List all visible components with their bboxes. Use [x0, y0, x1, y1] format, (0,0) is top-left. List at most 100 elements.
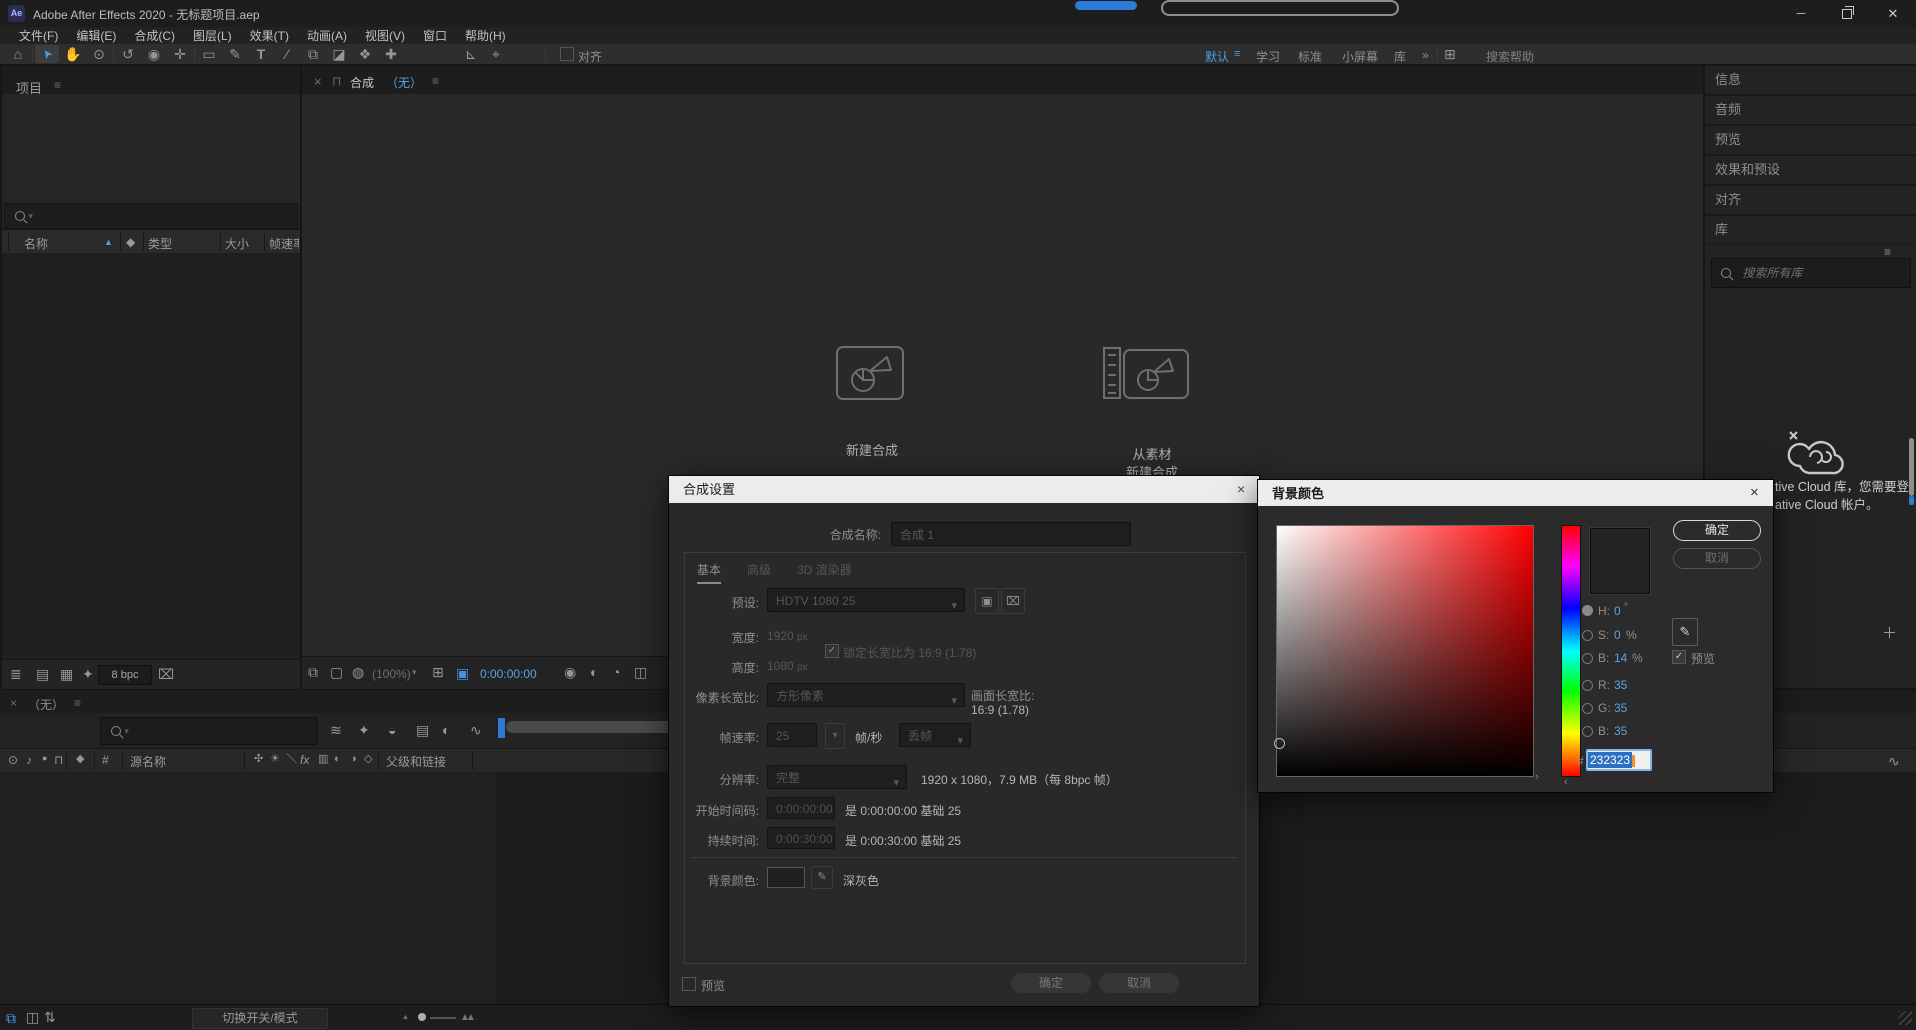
project-search-field[interactable]: ▾	[4, 203, 298, 229]
shy-icon[interactable]: ◒	[388, 723, 396, 737]
comp-tab-target[interactable]: （无）	[386, 74, 422, 91]
mask-visibility-icon[interactable]: ⊾	[465, 47, 477, 61]
pan-behind-tool[interactable]: ✛	[168, 47, 192, 61]
camera-tool[interactable]: ◉	[142, 47, 166, 61]
menu-file[interactable]: 文件(F)	[10, 27, 67, 44]
column-framerate[interactable]: 帧速率	[269, 235, 299, 252]
panel-audio[interactable]: 音频	[1705, 96, 1916, 126]
hand-tool[interactable]: ✋	[61, 47, 85, 61]
project-item-list[interactable]	[2, 253, 300, 659]
switch-fx-icon[interactable]: fx	[300, 753, 309, 767]
timeline-tab-target[interactable]: （无）	[28, 696, 64, 713]
color-picker-close-icon[interactable]: ×	[1750, 484, 1759, 501]
grid-options-icon[interactable]: ⊞	[432, 665, 444, 679]
comp-settings-close-icon[interactable]: ×	[1237, 481, 1245, 497]
menu-animation[interactable]: 动画(A)	[298, 27, 356, 44]
h-value[interactable]: 0	[1614, 604, 1621, 618]
workspace-menu-icon[interactable]: ≡	[1234, 48, 1240, 60]
source-name-column[interactable]: 源名称	[130, 753, 166, 770]
cs-preview-checkbox[interactable]	[682, 977, 696, 991]
brush-tool[interactable]: ∕	[275, 47, 299, 61]
color-field[interactable]	[1276, 525, 1534, 777]
switch-motionblur-icon[interactable]: ◐	[334, 754, 341, 765]
comp-tab-lock-icon[interactable]: ⊓	[332, 74, 341, 88]
switch-shy-icon[interactable]: ✣	[254, 754, 263, 765]
cp-cancel-button[interactable]: 取消	[1673, 548, 1761, 569]
menu-effect[interactable]: 效果(T)	[241, 27, 298, 44]
from-footage-label-line1[interactable]: 从素材	[1062, 444, 1242, 463]
switch-rasterize-icon[interactable]: ☀	[270, 754, 280, 765]
puppet-pin-tool[interactable]: ✚	[379, 47, 403, 61]
timeline-zoom-track[interactable]	[430, 1017, 456, 1019]
tab-3d-renderer[interactable]: 3D 渲染器	[797, 561, 852, 578]
roto-brush-tool[interactable]: ❖	[353, 47, 377, 61]
switch-adjustment-icon[interactable]: ◑	[350, 754, 357, 765]
switch-quality-icon[interactable]: ＼	[286, 754, 297, 765]
rotation-tool[interactable]: ↺	[116, 47, 140, 61]
expand-left-icon[interactable]: ‹	[1564, 776, 1568, 788]
bit-depth-button[interactable]: 8 bpc	[98, 665, 152, 685]
zoom-level[interactable]: (100%)	[372, 667, 411, 681]
panel-libraries[interactable]: 库	[1705, 216, 1916, 245]
label-color-icon[interactable]: ◆	[76, 754, 84, 765]
g-radio[interactable]	[1582, 703, 1593, 714]
snap-checkbox[interactable]	[560, 47, 574, 61]
index-column[interactable]: #	[102, 753, 109, 767]
panel-preview[interactable]: 预览	[1705, 126, 1916, 156]
cs-cancel-button[interactable]: 取消	[1099, 973, 1179, 993]
current-time-indicator[interactable]	[498, 718, 505, 738]
color-picker-title[interactable]: 背景颜色	[1258, 480, 1773, 506]
menu-view[interactable]: 视图(V)	[356, 27, 414, 44]
r-radio[interactable]	[1582, 680, 1593, 691]
panel-effects-presets[interactable]: 效果和预设	[1705, 156, 1916, 186]
viewer-timecode[interactable]: 0:00:00:00	[480, 667, 537, 681]
panel-align[interactable]: 对齐	[1705, 186, 1916, 216]
s-radio[interactable]	[1582, 630, 1593, 641]
show-snapshot-icon[interactable]: ◐	[590, 665, 598, 679]
updown-icon[interactable]: ⇅	[44, 1010, 56, 1024]
column-type[interactable]: 类型	[148, 235, 172, 252]
workspace-tab-small-screen[interactable]: 小屏幕	[1342, 48, 1378, 65]
comp-tab-title[interactable]: 合成	[350, 74, 374, 91]
start-timecode-input[interactable]: 0:00:00:00	[767, 797, 835, 819]
h-radio[interactable]	[1582, 605, 1593, 616]
b2-radio[interactable]	[1582, 726, 1593, 737]
home-icon[interactable]: ⌂	[6, 47, 30, 61]
b-value[interactable]: 14	[1614, 651, 1627, 665]
delete-preset-button[interactable]: ⌧	[1001, 588, 1025, 614]
snapshot-icon[interactable]: ◉	[564, 665, 576, 679]
sidebar-scrollbar[interactable]	[1909, 438, 1914, 496]
workspace-overflow-icon[interactable]: »	[1422, 48, 1429, 62]
label-column-tag-icon[interactable]: ◆	[126, 235, 135, 249]
zoom-caret-icon[interactable]: ▾	[412, 667, 417, 678]
hue-slider[interactable]	[1561, 525, 1581, 777]
eraser-tool[interactable]: ◪	[327, 47, 351, 61]
comp-settings-title[interactable]: 合成设置	[669, 476, 1259, 503]
switch-frameblend-icon[interactable]: ▥	[318, 754, 328, 765]
rectangle-tool[interactable]: ▭	[197, 47, 221, 61]
new-comp-button[interactable]	[832, 344, 908, 408]
video-eye-icon[interactable]: ⊙	[8, 754, 18, 766]
b-radio[interactable]	[1582, 653, 1593, 664]
tab-basic[interactable]: 基本	[697, 561, 721, 584]
comp-flowchart-icon[interactable]: ≋	[330, 723, 342, 737]
eyedropper-button[interactable]: ✎	[1672, 618, 1698, 646]
close-button[interactable]: ✕	[1870, 0, 1916, 27]
help-search-input[interactable]: 搜索帮助	[1486, 48, 1534, 65]
bg-color-swatch[interactable]	[767, 867, 805, 888]
tab-advanced[interactable]: 高级	[747, 561, 771, 578]
project-panel-menu-icon[interactable]: ≡	[54, 78, 61, 92]
menu-layer[interactable]: 图层(L)	[184, 27, 241, 44]
region-of-interest-icon[interactable]: ▣	[456, 665, 469, 682]
lock-icon[interactable]: ⊓	[54, 754, 63, 766]
type-tool[interactable]: T	[249, 47, 273, 61]
restore-button[interactable]	[1824, 0, 1870, 27]
trash-icon[interactable]: ⌧	[158, 667, 174, 681]
timeline-search-field[interactable]: ▾	[100, 717, 318, 745]
views-layout-icon[interactable]: ⧉	[308, 665, 318, 679]
monitor-icon[interactable]: ▢	[330, 665, 343, 679]
libraries-search-field[interactable]: 搜索所有库	[1711, 258, 1911, 288]
frame-blending-icon[interactable]: ▤	[416, 723, 429, 737]
layer-list-area[interactable]	[0, 772, 497, 1004]
audio-icon[interactable]: ♪	[26, 754, 32, 766]
